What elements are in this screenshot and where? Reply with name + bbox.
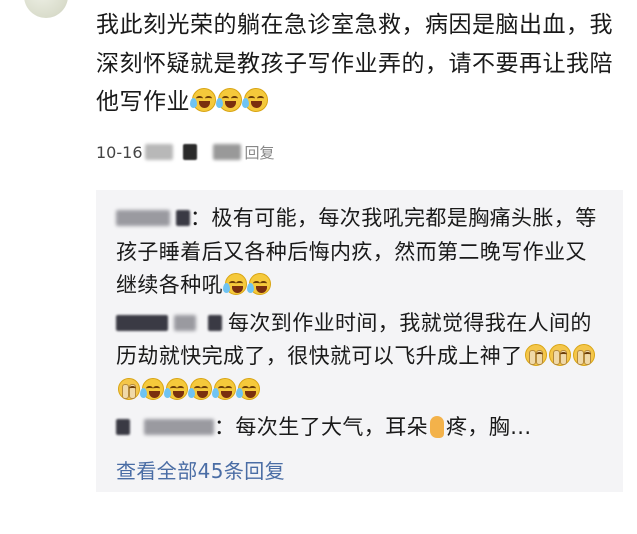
comment-text: 我此刻光荣的躺在急诊室急救，病因是脑出血，我深刻怀疑就是教孩子写作业弄的，请不要… bbox=[96, 12, 613, 115]
redacted-text bbox=[144, 144, 173, 160]
reply-text: ：每次生了大气，耳朵 bbox=[214, 415, 428, 439]
covering-face-emoji bbox=[548, 344, 571, 366]
laugh-cry-emoji bbox=[190, 88, 216, 112]
reply-author[interactable] bbox=[116, 314, 168, 331]
reply-author[interactable] bbox=[144, 419, 214, 435]
laugh-cry-emoji bbox=[212, 377, 236, 400]
reply-author[interactable] bbox=[116, 419, 130, 435]
ear-icon bbox=[430, 416, 444, 438]
laugh-cry-emoji bbox=[188, 377, 212, 400]
laugh-cry-emoji bbox=[164, 377, 188, 400]
comment-meta: 10-16 回复 bbox=[96, 140, 275, 164]
avatar[interactable] bbox=[24, 0, 68, 18]
laugh-cry-emoji bbox=[242, 88, 268, 112]
reply-button[interactable]: 回复 bbox=[245, 142, 275, 163]
replies-box: ：极有可能，每次我吼完都是胸痛头胀，等孩子睡着后又各种后悔内疚，然而第二晚写作业… bbox=[96, 190, 623, 492]
redacted-text bbox=[182, 144, 197, 160]
covering-face-emoji bbox=[572, 344, 595, 366]
reply-text: 疼，胸... bbox=[446, 415, 532, 439]
reply-author[interactable] bbox=[116, 210, 170, 226]
reply-author[interactable] bbox=[208, 314, 222, 331]
laugh-cry-emoji bbox=[140, 377, 164, 400]
view-all-replies-link[interactable]: 查看全部45条回复 bbox=[116, 455, 285, 489]
reply-item: 每次到作业时间，我就觉得我在人间的历劫就快完成了，很快就可以飞升成上神了 bbox=[116, 307, 603, 408]
laugh-cry-emoji bbox=[216, 88, 242, 112]
comment-thread: 我此刻光荣的躺在急诊室急救，病因是脑出血，我深刻怀疑就是教孩子写作业弄的，请不要… bbox=[0, 0, 637, 534]
reply-item: ：极有可能，每次我吼完都是胸痛头胀，等孩子睡着后又各种后悔内疚，然而第二晚写作业… bbox=[116, 202, 603, 303]
reply-author[interactable] bbox=[174, 314, 196, 331]
covering-face-emoji bbox=[524, 344, 547, 366]
covering-face-emoji bbox=[118, 377, 140, 400]
reply-item: ：每次生了大气，耳朵 疼，胸... bbox=[116, 411, 603, 445]
laugh-cry-emoji bbox=[247, 273, 271, 295]
main-comment: 我此刻光荣的躺在急诊室急救，病因是脑出血，我深刻怀疑就是教孩子写作业弄的，请不要… bbox=[96, 6, 626, 122]
redacted-text bbox=[212, 144, 241, 160]
reply-author[interactable] bbox=[176, 210, 190, 226]
laugh-cry-emoji bbox=[236, 377, 260, 400]
laugh-cry-emoji bbox=[223, 273, 247, 295]
comment-date: 10-16 bbox=[96, 142, 143, 162]
